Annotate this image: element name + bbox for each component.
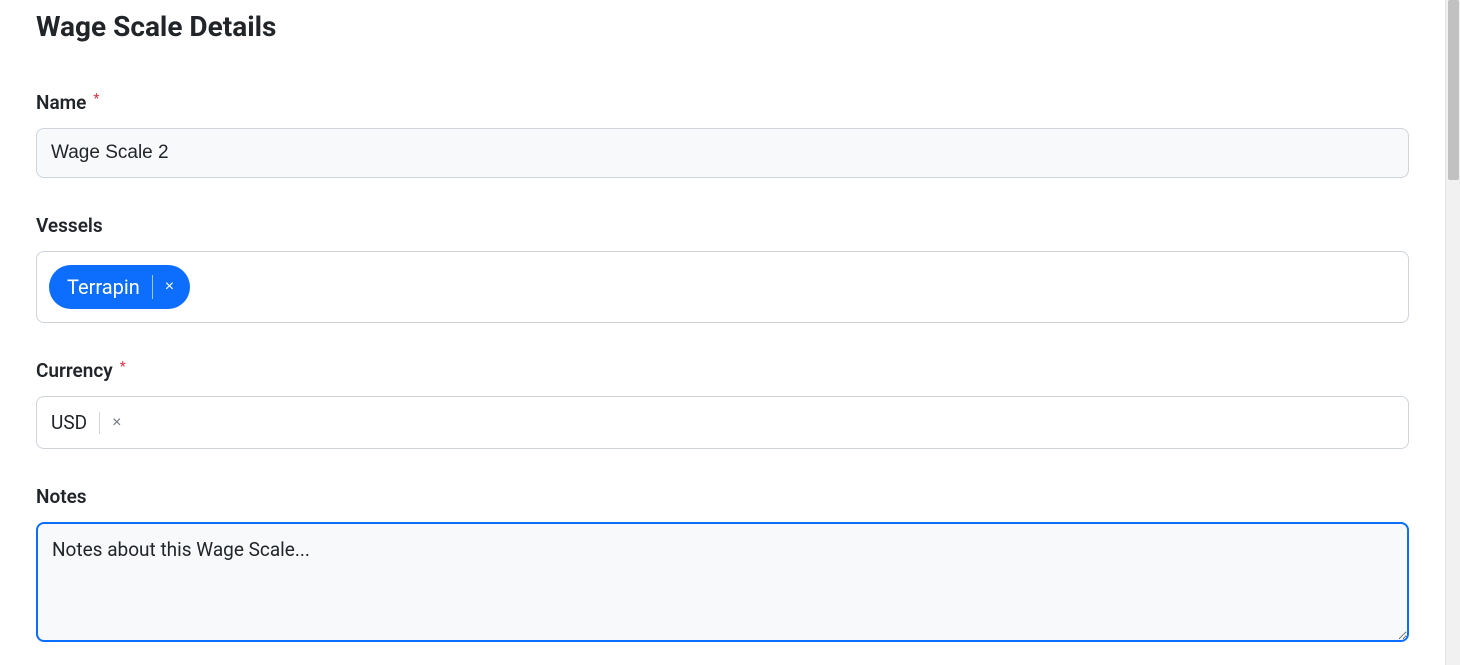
currency-value: USD: [51, 411, 87, 434]
page-title: Wage Scale Details: [36, 10, 1409, 43]
notes-textarea[interactable]: [36, 522, 1409, 642]
close-icon: ×: [112, 414, 121, 431]
form-container: Wage Scale Details Name * Vessels Terrap…: [0, 0, 1445, 646]
currency-label-wrapper: Currency *: [36, 359, 1409, 396]
vessels-label-wrapper: Vessels: [36, 214, 1409, 251]
name-label-wrapper: Name *: [36, 91, 1409, 128]
notes-label: Notes: [36, 485, 87, 508]
required-asterisk-icon: *: [93, 91, 99, 107]
vessel-tag: Terrapin ×: [49, 265, 190, 309]
notes-label-wrapper: Notes: [36, 485, 1409, 522]
vessel-tag-remove-button[interactable]: ×: [163, 279, 176, 295]
vertical-scrollbar[interactable]: [1445, 0, 1460, 665]
vessels-tag-input[interactable]: Terrapin ×: [36, 251, 1409, 323]
tag-divider: [152, 275, 153, 299]
name-input[interactable]: [36, 128, 1409, 178]
name-label: Name: [36, 91, 86, 114]
scrollbar-thumb[interactable]: [1448, 0, 1459, 180]
vessels-field-group: Vessels Terrapin ×: [36, 214, 1409, 323]
required-asterisk-icon: *: [120, 359, 126, 375]
notes-field-group: Notes: [36, 485, 1409, 646]
vessel-tag-label: Terrapin: [67, 275, 152, 299]
currency-clear-button[interactable]: ×: [112, 415, 121, 431]
currency-select[interactable]: USD ×: [36, 396, 1409, 449]
name-field-group: Name *: [36, 91, 1409, 178]
currency-field-group: Currency * USD ×: [36, 359, 1409, 449]
vessels-label: Vessels: [36, 214, 103, 237]
currency-label: Currency: [36, 359, 113, 382]
close-icon: ×: [165, 278, 174, 295]
select-divider: [99, 412, 100, 434]
